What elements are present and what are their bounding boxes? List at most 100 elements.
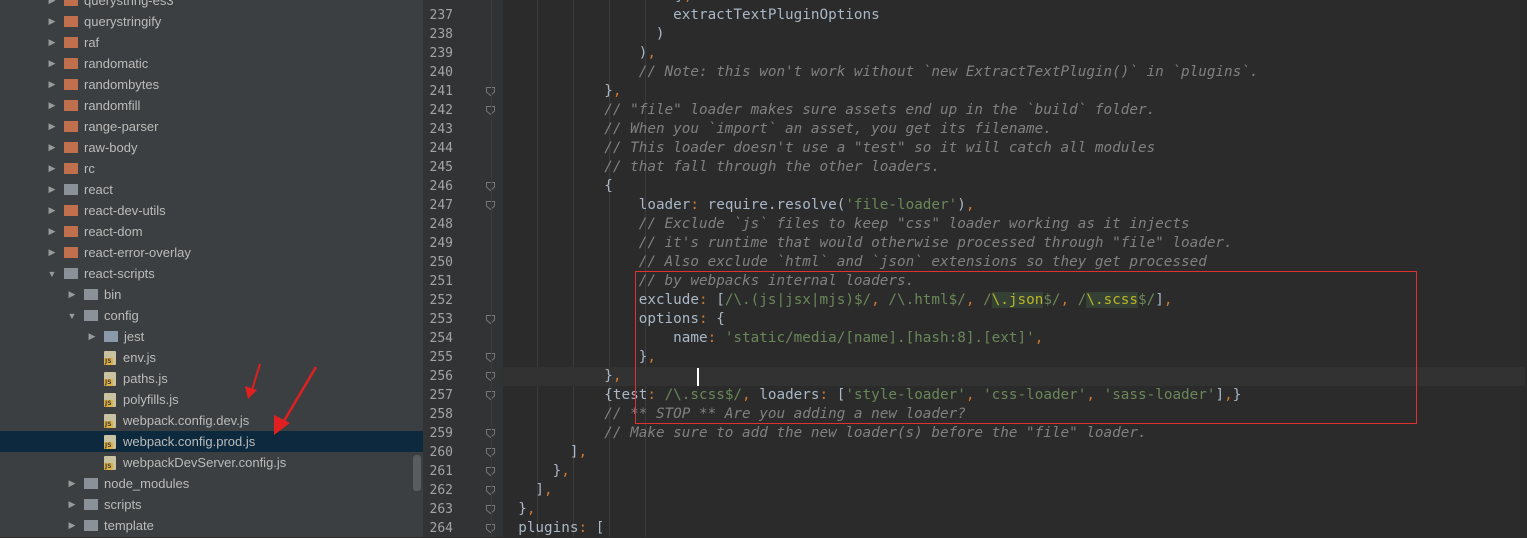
code-line[interactable]: ], <box>501 443 1525 462</box>
tree-item-label: react <box>84 182 113 197</box>
folder-icon <box>84 310 98 321</box>
collapsed-arrow-icon[interactable]: ▶ <box>46 205 58 216</box>
folder-icon <box>64 16 78 27</box>
line-number: 243 <box>429 122 453 137</box>
tree-folder-item[interactable]: ▶ randomatic <box>0 53 423 74</box>
collapsed-arrow-icon[interactable]: ▶ <box>86 331 98 342</box>
code-line[interactable]: // it's runtime that would otherwise pro… <box>501 234 1525 253</box>
code-line[interactable]: }, <box>501 500 1525 519</box>
text-caret <box>697 368 699 386</box>
tree-folder-item[interactable]: ▶ querystring-es3 <box>0 0 423 11</box>
code-line[interactable]: // When you `import` an asset, you get i… <box>501 120 1525 139</box>
tree-folder-item[interactable]: ▶ react-dom <box>0 221 423 242</box>
code-line[interactable]: // Also exclude `html` and `json` extens… <box>501 253 1525 272</box>
tree-folder-item[interactable]: ▶ raf <box>0 32 423 53</box>
tree-folder-item[interactable]: ▶ react-dev-utils <box>0 200 423 221</box>
tree-file-item[interactable]: ▶JSenv.js <box>0 347 423 368</box>
tree-file-item[interactable]: ▶JSwebpackDevServer.config.js <box>0 452 423 473</box>
line-number: 260 <box>429 445 453 460</box>
tree-file-item[interactable]: ▶JSpolyfills.js <box>0 389 423 410</box>
tree-folder-item[interactable]: ▶ scripts <box>0 494 423 515</box>
collapsed-arrow-icon[interactable]: ▶ <box>66 478 78 489</box>
code-line[interactable]: loader: require.resolve('file-loader'), <box>501 196 1525 215</box>
code-line[interactable]: ) <box>501 25 1525 44</box>
expanded-arrow-icon[interactable]: ▼ <box>46 269 58 279</box>
tree-item-label: paths.js <box>123 371 168 386</box>
js-file-icon: JS <box>104 371 116 386</box>
code-line[interactable]: ), <box>501 44 1525 63</box>
line-number: 258 <box>429 407 453 422</box>
collapsed-arrow-icon[interactable]: ▶ <box>46 79 58 90</box>
code-line[interactable]: ], <box>501 481 1525 500</box>
code-line[interactable]: }, <box>501 82 1525 101</box>
line-number: 262 <box>429 483 453 498</box>
line-number: 242 <box>429 103 453 118</box>
tree-item-label: env.js <box>123 350 156 365</box>
tree-item-label: config <box>104 308 139 323</box>
tree-folder-item[interactable]: ▶ node_modules <box>0 473 423 494</box>
line-number: 254 <box>429 331 453 346</box>
collapsed-arrow-icon[interactable]: ▶ <box>66 289 78 300</box>
tree-folder-item[interactable]: ▶ jest <box>0 326 423 347</box>
line-number: 253 <box>429 312 453 327</box>
collapsed-arrow-icon[interactable]: ▶ <box>46 37 58 48</box>
expanded-arrow-icon[interactable]: ▼ <box>66 311 78 321</box>
tree-item-label: webpack.config.prod.js <box>123 434 256 449</box>
tree-file-item[interactable]: ▶JSwebpack.config.dev.js <box>0 410 423 431</box>
tree-folder-item[interactable]: ▼ config <box>0 305 423 326</box>
code-line[interactable]: }, <box>501 462 1525 481</box>
tree-item-label: react-dom <box>84 224 143 239</box>
collapsed-arrow-icon[interactable]: ▶ <box>46 184 58 195</box>
line-number: 249 <box>429 236 453 251</box>
line-number: 252 <box>429 293 453 308</box>
tree-folder-item[interactable]: ▶ template <box>0 515 423 536</box>
tree-item-label: bin <box>104 287 122 302</box>
code-line[interactable]: // that fall through the other loaders. <box>501 158 1525 177</box>
tree-folder-item[interactable]: ▶ range-parser <box>0 116 423 137</box>
collapsed-arrow-icon[interactable]: ▶ <box>46 226 58 237</box>
folder-icon <box>64 184 78 195</box>
tree-folder-item[interactable]: ▶ rc <box>0 158 423 179</box>
collapsed-arrow-icon[interactable]: ▶ <box>46 163 58 174</box>
tree-file-item[interactable]: ▶JSwebpack.config.prod.js <box>0 431 423 452</box>
tree-item-label: querystring-es3 <box>84 0 174 8</box>
line-number: 238 <box>429 27 453 42</box>
folder-icon <box>64 268 78 279</box>
tree-item-label: raw-body <box>84 140 138 155</box>
tree-folder-item[interactable]: ▶ bin <box>0 284 423 305</box>
tree-item-label: randomatic <box>84 56 149 71</box>
code-line[interactable]: // Make sure to add the new loader(s) be… <box>501 424 1525 443</box>
tree-folder-item[interactable]: ▶ querystringify <box>0 11 423 32</box>
tree-folder-item[interactable]: ▶ randomfill <box>0 95 423 116</box>
collapsed-arrow-icon[interactable]: ▶ <box>46 247 58 258</box>
collapsed-arrow-icon[interactable]: ▶ <box>46 142 58 153</box>
collapsed-arrow-icon[interactable]: ▶ <box>46 16 58 27</box>
folder-icon <box>84 478 98 489</box>
code-line[interactable]: // Note: this won't work without `new Ex… <box>501 63 1525 82</box>
collapsed-arrow-icon[interactable]: ▶ <box>46 58 58 69</box>
tree-folder-item[interactable]: ▶ react <box>0 179 423 200</box>
folder-icon <box>64 79 78 90</box>
code-line[interactable]: // "file" loader makes sure assets end u… <box>501 101 1525 120</box>
tree-item-label: react-dev-utils <box>84 203 166 218</box>
line-number: 255 <box>429 350 453 365</box>
collapsed-arrow-icon[interactable]: ▶ <box>66 499 78 510</box>
code-line[interactable]: // Exclude `js` files to keep "css" load… <box>501 215 1525 234</box>
collapsed-arrow-icon[interactable]: ▶ <box>66 520 78 531</box>
code-line[interactable]: { <box>501 177 1525 196</box>
tree-folder-item[interactable]: ▶ react-error-overlay <box>0 242 423 263</box>
collapsed-arrow-icon[interactable]: ▶ <box>46 100 58 111</box>
collapsed-arrow-icon[interactable]: ▶ <box>46 121 58 132</box>
tree-folder-item[interactable]: ▼ react-scripts <box>0 263 423 284</box>
code-line[interactable]: extractTextPluginOptions <box>501 6 1525 25</box>
code-line[interactable]: // This loader doesn't use a "test" so i… <box>501 139 1525 158</box>
folder-icon <box>64 205 78 216</box>
tree-folder-item[interactable]: ▶ raw-body <box>0 137 423 158</box>
code-line[interactable]: plugins: [ <box>501 519 1525 538</box>
code-editor[interactable]: }, extractTextPluginOptions ) ), // Note… <box>491 0 1527 538</box>
tree-file-item[interactable]: ▶JSpaths.js <box>0 368 423 389</box>
line-number: 244 <box>429 141 453 156</box>
tree-folder-item[interactable]: ▶ randombytes <box>0 74 423 95</box>
tree-scrollbar[interactable] <box>413 455 421 491</box>
collapsed-arrow-icon[interactable]: ▶ <box>46 0 58 6</box>
